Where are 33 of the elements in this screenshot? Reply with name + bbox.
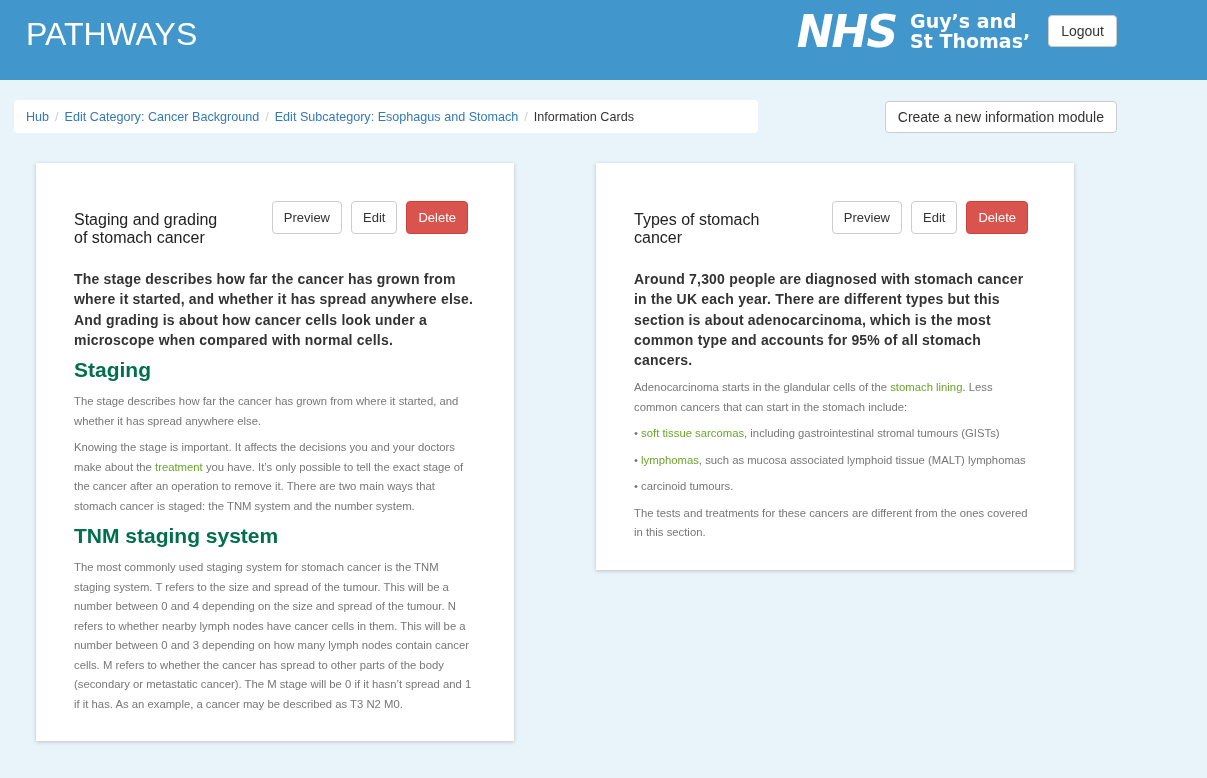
breadcrumb-link[interactable]: Edit Category: Cancer Background [64, 109, 260, 124]
body-paragraph: • soft tissue sarcomas, including gastrointestinal stromal tumours (GISTs) [634, 426, 1001, 442]
body-paragraph: Knowing the stage is important. It affects the decisions you and your doctors make about the treatment you have. It’s only possible to tell the exact stage of the cancer after an operation to remove it. There are two main ways that stomach cancer is staged: the TNM system and the number system. [74, 440, 465, 514]
section-heading: Staging [74, 358, 152, 383]
lead-paragraph: Around 7,300 people are diagnosed with stomach cancer in the UK each year. There are different types but this section is about adenocarcinoma, which is the most common type and accounts for 95% of all stomach cancers. [634, 270, 1025, 371]
body-paragraph: The most commonly used staging system for stomach cancer is the TNM staging system. T refers to the size and spread of the tumour. This will be a number between 0 and 4 depending on the size and spread of the tumour. N refers to whether nearby lymph nodes have cancer cells in them. This will be a number between 0 and 3 depending on how many lymph nodes contain cancer cells. M refers to whether the cancer has spread to other parts of the body (secondary or metastatic cancer). The M stage will be 0 if it hasn’t spread and 1 if it has. As an example, a cancer may be described as T3 N2 M0. [74, 560, 473, 712]
action-button[interactable]: Edit [351, 201, 398, 234]
breadcrumb-link[interactable]: Edit Subcategory: Esophagus and Stomach [274, 109, 519, 124]
breadcrumb-link[interactable]: Hub [26, 109, 50, 124]
card-title: Staging and grading of stomach cancer [74, 211, 219, 247]
action-button[interactable]: Preview [831, 201, 902, 234]
breadcrumb-separator: / [264, 109, 270, 124]
body-paragraph: The tests and treatments for these cancers are different from the ones covered in this section. [634, 506, 1029, 541]
section-heading: TNM staging system [74, 524, 280, 549]
card-title: Types of stomach cancer [634, 211, 761, 247]
delete-button[interactable]: Delete [966, 201, 1028, 234]
lead-paragraph: The stage describes how far the cancer has grown from where it started, and whether it has spread anywhere else. And grading is about how cancer cells look under a microscope when compared with normal cells. [74, 270, 475, 350]
action-button[interactable]: Preview [271, 201, 342, 234]
body-paragraph: Adenocarcinoma starts in the glandular cells of the stomach lining. Less common cancers that can start in the stomach include: [634, 380, 994, 415]
app-title: PATHWAYS [26, 15, 199, 53]
text-link[interactable]: lymphomas [641, 454, 699, 466]
text-link[interactable]: treatment [155, 460, 203, 473]
breadcrumb-separator: / [54, 109, 60, 124]
action-button[interactable]: Edit [911, 201, 958, 234]
organisation-name: Guy’s and St Thomas’ [910, 11, 1031, 51]
body-paragraph: • lymphomas, such as mucosa associated lymphoid tissue (MALT) lymphomas [634, 453, 1027, 468]
logout-button[interactable]: Logout [1048, 15, 1117, 47]
breadcrumb-separator: / [523, 109, 529, 124]
body-paragraph: • carcinoid tumours. [634, 479, 735, 495]
nhs-logo: NHS [796, 5, 897, 57]
body-paragraph: The stage describes how far the cancer has grown from where it started, and whether it has spread anywhere else. [74, 394, 460, 429]
delete-button[interactable]: Delete [406, 201, 468, 234]
create-module-button[interactable]: Create a new information module [884, 100, 1117, 133]
